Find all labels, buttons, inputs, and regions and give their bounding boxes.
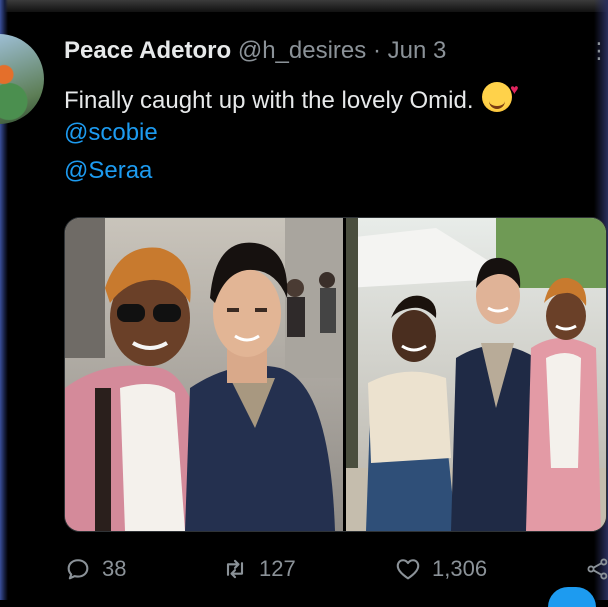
mention-link-scobie[interactable]: @scobie <box>64 118 158 148</box>
separator-dot: · <box>372 37 381 64</box>
tweet-body: Finally caught up with the lovely Omid. <box>64 87 474 114</box>
retweet-count: 127 <box>259 556 296 581</box>
media-grid <box>64 217 607 532</box>
tweet-text: Finally caught up with the lovely Omid. <box>64 74 519 116</box>
selfie-photo[interactable] <box>65 218 343 531</box>
tweet-date[interactable]: Jun 3 <box>388 37 447 64</box>
reply-icon <box>67 559 89 580</box>
top-divider <box>0 0 608 12</box>
retweet-icon <box>226 559 244 579</box>
group-photo[interactable] <box>346 218 606 531</box>
tweet-header: Peace Adetoro @h_desires · Jun 3 <box>64 36 446 66</box>
reply-count: 38 <box>102 556 127 581</box>
group-photo-image <box>346 218 606 531</box>
avatar[interactable] <box>0 34 44 124</box>
share-button[interactable] <box>584 555 608 583</box>
reply-button[interactable]: 38 <box>64 555 126 583</box>
smiling-face-with-hearts-icon <box>481 74 519 112</box>
mention-link-seraa[interactable]: @Seraa <box>64 156 152 186</box>
author-handle[interactable]: @h_desires <box>238 37 366 64</box>
author-name[interactable]: Peace Adetoro <box>64 37 231 64</box>
heart-icon <box>396 559 420 580</box>
selfie-photo-image <box>65 218 343 531</box>
share-icon <box>587 558 608 580</box>
more-options-icon[interactable]: ⋮ <box>588 38 608 64</box>
like-count: 1,306 <box>432 556 488 581</box>
tweet-actions: 38 127 1,306 <box>64 555 608 595</box>
retweet-button[interactable]: 127 <box>221 555 296 583</box>
like-button[interactable]: 1,306 <box>394 555 487 583</box>
